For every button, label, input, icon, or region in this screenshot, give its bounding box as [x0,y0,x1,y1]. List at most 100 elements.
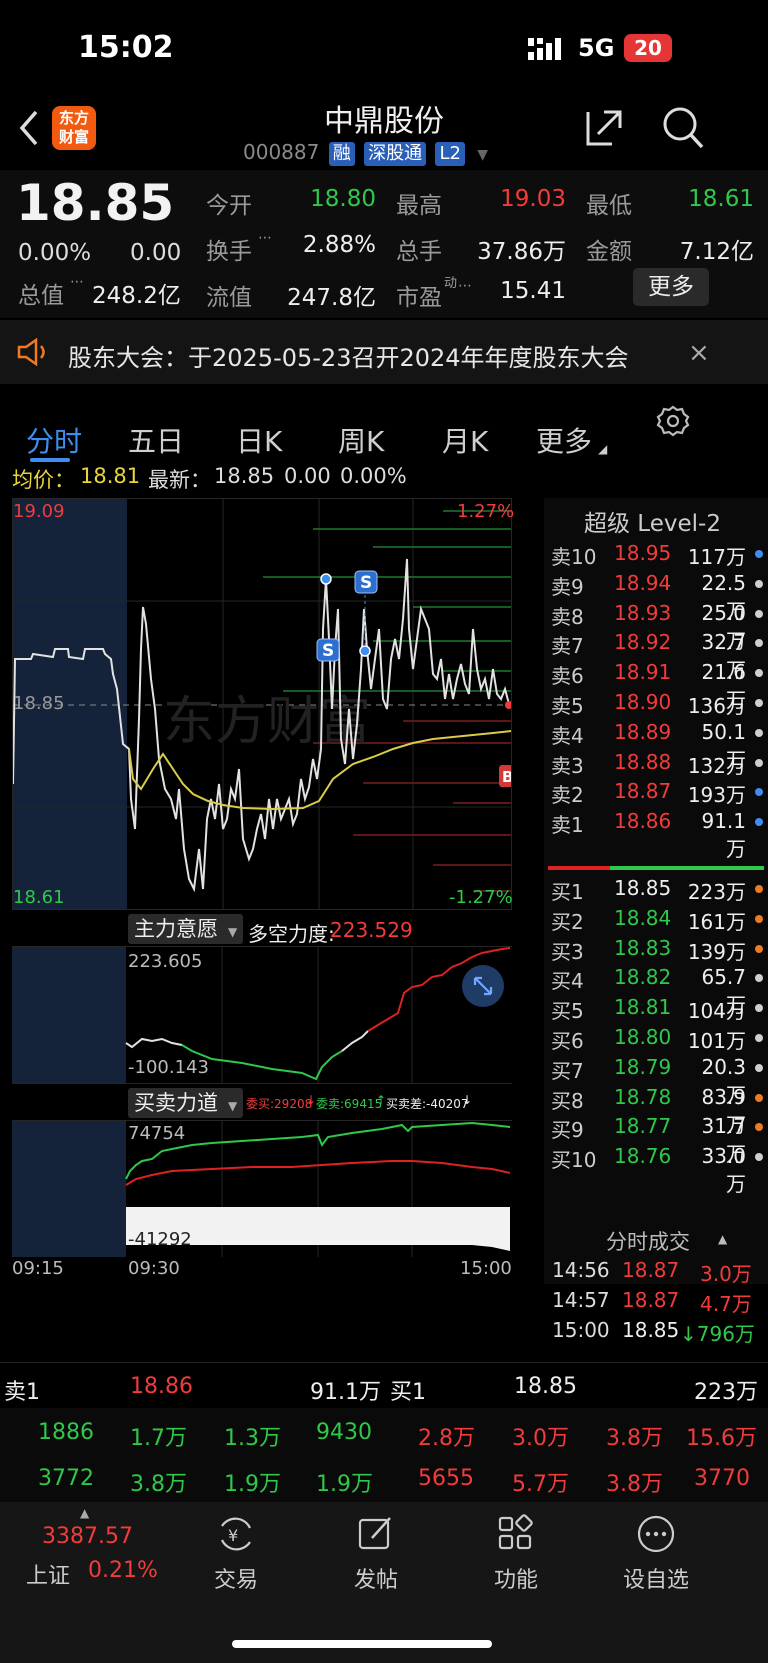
y-axis-bottom: 18.61 [13,887,65,908]
signal-icon [528,38,568,64]
nav-watchlist-label: 设自选 [622,1568,689,1593]
ask-label: 卖5 [551,694,584,718]
trade-volume: ↓796万 [680,1322,755,1346]
home-indicator[interactable] [232,1640,492,1648]
tab-daily[interactable]: 日K [236,420,282,460]
sell-order: 1.9万 [224,1472,281,1497]
tab-indicator [30,458,70,462]
logo-text-top: 东方 [58,109,89,127]
bid-price: 18.79 [614,1054,672,1079]
bid-label: 买3 [551,939,584,964]
ask-label: 卖2 [551,783,584,808]
bid-volume: 104万 [687,999,746,1024]
open-label: 今开 [206,193,252,219]
indicator1-title: 主力意愿 [134,917,218,941]
nav-post-label: 发帖 [353,1568,398,1593]
ask-row[interactable]: 卖1 18.86 91.1万 [548,805,768,861]
status-dot [755,1063,763,1072]
sell-order: 1.7万 [130,1426,187,1451]
bid-row[interactable]: 买4 18.82 65.7万 [548,961,768,1017]
indicator2-selector[interactable]: 买卖力道 ▼ [128,1088,244,1118]
index-name[interactable]: 上证 [26,1558,70,1590]
stock-name: 中鼎股份 [324,104,444,139]
ask-row[interactable]: 卖8 18.93 25.0万 [548,597,768,653]
trade-volume: 4.7万 [700,1292,752,1316]
orderbook-title[interactable]: 超级 Level-2 [584,504,721,538]
info-icon[interactable]: ⋯ [258,230,272,246]
bid-label: 买4 [551,969,584,994]
grid-icon [498,1514,533,1550]
bid-row[interactable]: 买6 18.80 101万 [548,1021,768,1053]
volume-value: 37.86万 [477,239,566,265]
ask-row[interactable]: 卖2 18.87 193万 [548,775,768,808]
ask-label: 卖8 [551,604,584,629]
ask-price: 18.94 [614,570,672,595]
trade-time: 14:56 [552,1258,610,1282]
indicator2-y-top: 74754 [128,1123,186,1144]
trades-title[interactable]: 分时成交 [606,1226,690,1256]
bid-row[interactable]: 买2 18.84 161万 [548,902,768,934]
ask-row[interactable]: 卖4 18.89 50.1万 [548,716,768,772]
ask-row[interactable]: 卖9 18.94 22.5万 [548,567,768,623]
trade-time: 14:57 [552,1288,610,1312]
status-time: 15:02 [78,30,174,65]
search-icon[interactable] [662,106,704,154]
sell-marker: S [322,641,334,661]
settings-gear-icon[interactable] [656,404,690,442]
intraday-chart[interactable]: 东方财富 S S B 19.09 18.85 18.61 1.27% -1.27… [12,498,514,910]
ratio-bar-buy [610,866,764,870]
tab-more[interactable]: 更多 [536,420,592,460]
chevron-down-icon: ▼ [477,147,489,163]
tab-five-day[interactable]: 五日 [128,420,184,460]
ask-row[interactable]: 卖5 18.90 136万 [548,686,768,718]
ask-label: 卖1 [551,813,584,838]
high-label: 最高 [396,193,442,219]
bid-row[interactable]: 买9 18.77 31.7万 [548,1110,768,1166]
more-button[interactable]: 更多 [633,268,709,306]
close-icon[interactable]: × [688,338,710,368]
bid-label: 买2 [551,909,584,934]
pe-value: 15.41 [500,278,566,304]
buy-order: 15.6万 [686,1426,757,1451]
bid-row[interactable]: 买7 18.79 20.3万 [548,1051,768,1107]
buy-order: 2.8万 [418,1426,475,1451]
index-pct[interactable]: 0.21% [88,1558,158,1583]
info-icon[interactable]: ⋯ [70,274,84,290]
stock-code-row[interactable]: 000887 融 深股通 L2 ▼ [243,140,488,166]
float-label: 流值 [206,285,252,311]
share-icon[interactable] [584,108,624,152]
notice-text[interactable]: 股东大会：于2025-05-23召开2024年年度股东大会 [68,338,629,373]
expand-icon[interactable] [462,965,504,1007]
bid-row[interactable]: 买1 18.85 223万 [548,872,768,904]
bid-row[interactable]: 买8 18.78 83.9万 [548,1081,768,1137]
indicator2-chart: 74754 -41292 [12,1120,512,1257]
trade-volume: 3.0万 [700,1262,752,1286]
sell-order: 3.8万 [130,1472,187,1497]
back-icon[interactable] [18,110,40,150]
status-dot [755,669,763,678]
mktcap-value: 248.2亿 [92,283,181,309]
bid-volume: 161万 [687,909,746,934]
tab-weekly[interactable]: 周K [338,420,384,460]
tab-intraday[interactable]: 分时 [26,420,82,460]
ask-row[interactable]: 卖10 18.95 117万 [548,537,768,569]
ask-row[interactable]: 卖7 18.92 32.7万 [548,626,768,682]
corner-arrow-icon: ◢ [598,442,608,456]
indicator1-selector[interactable]: 主力意愿 ▼ [128,914,244,944]
index-value[interactable]: 3387.57 [42,1524,133,1549]
bid-row[interactable]: 买3 18.83 139万 [548,932,768,964]
trade-price: 18.87 [622,1288,680,1312]
sell-order: 9430 [316,1420,372,1445]
buy-order: 5.7万 [512,1472,569,1497]
bid-row[interactable]: 买10 18.76 33.0万 [548,1140,768,1196]
current-price: 18.85 [16,174,175,232]
y-axis-mid: 18.85 [13,693,65,714]
tab-monthly[interactable]: 月K [442,420,488,460]
ask-label: 卖4 [551,723,584,748]
info-icon[interactable]: ⋯ [458,278,472,294]
bid-row[interactable]: 买5 18.81 104万 [548,991,768,1024]
status-dot [755,1123,763,1132]
bid-label: 买8 [551,1088,584,1113]
ask-row[interactable]: 卖6 18.91 21.6万 [548,656,768,712]
ask-row[interactable]: 卖3 18.88 132万 [548,746,768,778]
